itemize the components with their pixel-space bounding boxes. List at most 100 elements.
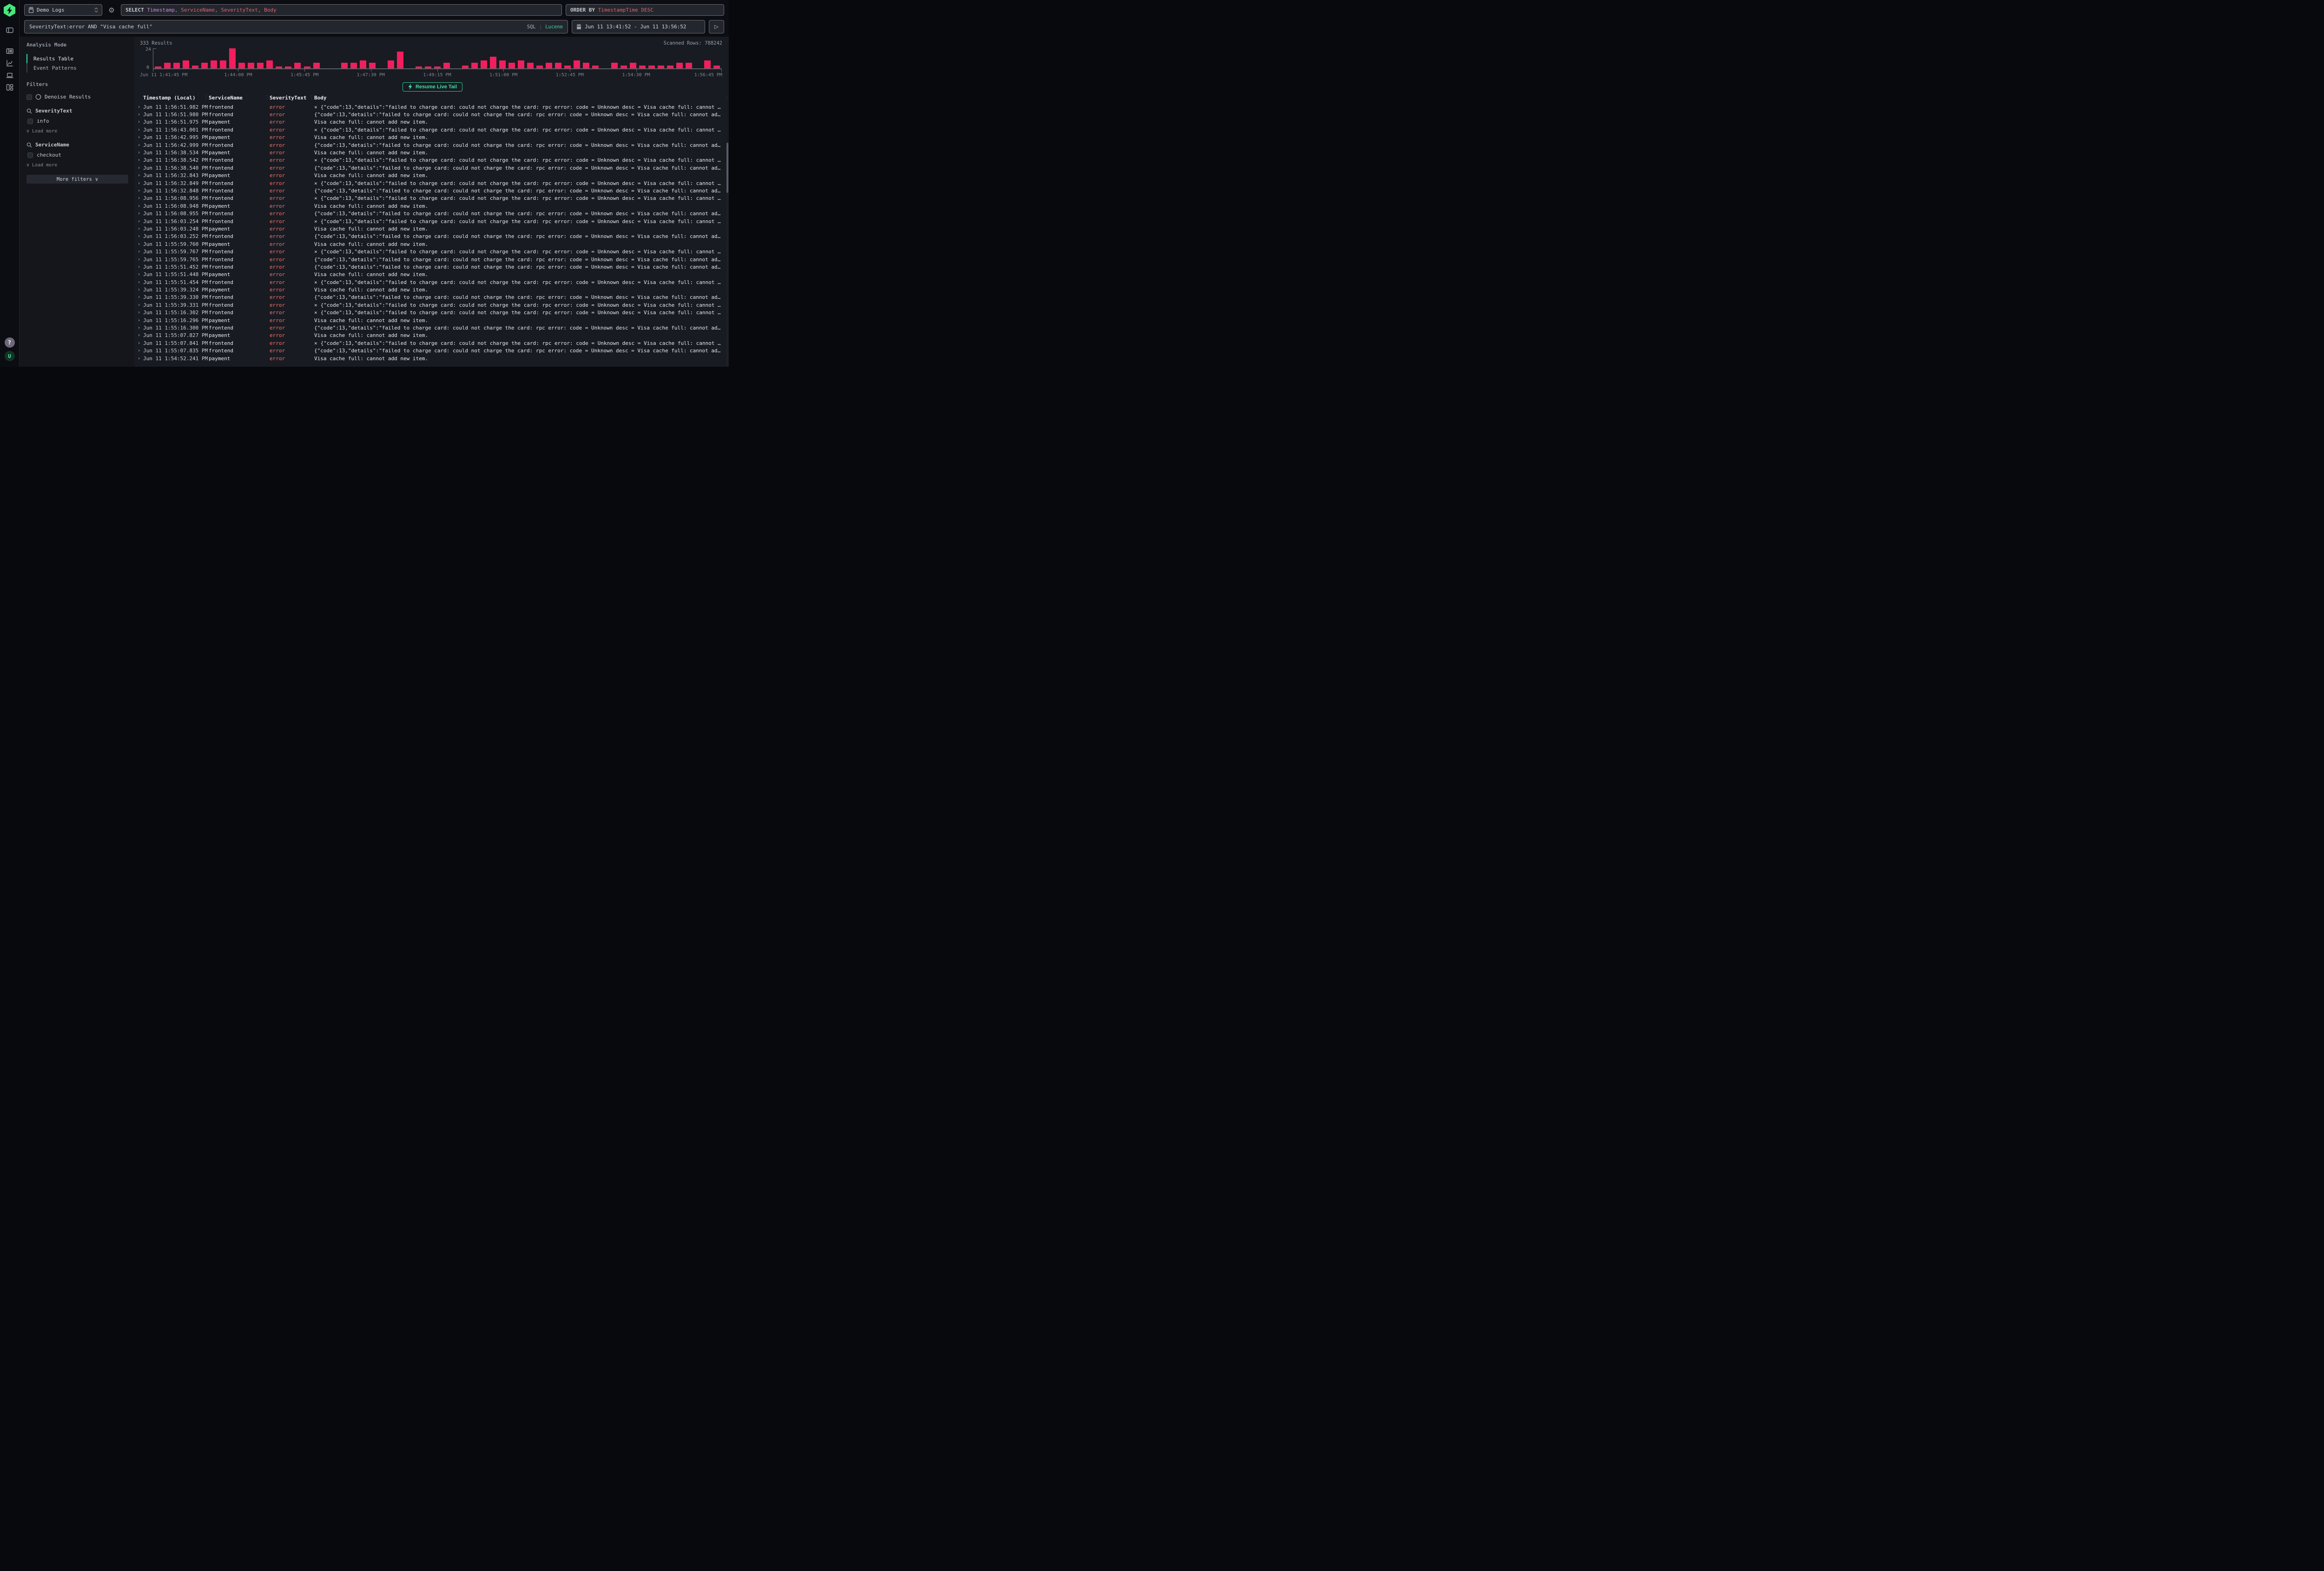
- sidebar-toggle-icon[interactable]: [6, 26, 14, 34]
- denoise-results-option[interactable]: Denoise Results: [26, 94, 128, 100]
- avatar[interactable]: U: [5, 351, 15, 361]
- log-row[interactable]: ›Jun 11 1:55:16.302 PMfrontenderror×{"co…: [137, 309, 729, 317]
- search-icon[interactable]: [26, 108, 32, 114]
- log-row[interactable]: ›Jun 11 1:56:03.248 PMpaymenterrorVisa c…: [137, 225, 729, 232]
- log-row[interactable]: ›Jun 11 1:56:32.848 PMfrontenderror{"cod…: [137, 187, 729, 194]
- expand-row-chevron-icon[interactable]: ›: [137, 318, 143, 323]
- log-row[interactable]: ›Jun 11 1:55:39.331 PMfrontenderror×{"co…: [137, 301, 729, 309]
- log-row[interactable]: ›Jun 11 1:55:07.835 PMfrontenderror{"cod…: [137, 347, 729, 355]
- expand-row-chevron-icon[interactable]: ›: [137, 264, 143, 270]
- expand-row-chevron-icon[interactable]: ›: [137, 341, 143, 346]
- log-row[interactable]: ›Jun 11 1:55:59.765 PMfrontenderror{"cod…: [137, 256, 729, 263]
- column-options-handle-icon[interactable]: ⋮: [722, 95, 729, 100]
- results-histogram[interactable]: 24 0 Jun 11 1:41:45 PM1:44:00 PM1:45:45 …: [140, 48, 721, 77]
- expand-row-chevron-icon[interactable]: ›: [137, 219, 143, 224]
- expand-row-chevron-icon[interactable]: ›: [137, 127, 143, 132]
- log-row[interactable]: ›Jun 11 1:55:07.841 PMfrontenderror×{"co…: [137, 339, 729, 347]
- table-scrollbar[interactable]: [726, 143, 728, 367]
- expand-row-chevron-icon[interactable]: ›: [137, 303, 143, 308]
- expand-row-chevron-icon[interactable]: ›: [137, 135, 143, 140]
- log-row[interactable]: ›Jun 11 1:55:16.300 PMfrontenderror{"cod…: [137, 324, 729, 331]
- resume-live-tail-button[interactable]: Resume Live Tail: [403, 82, 462, 92]
- run-query-button[interactable]: ▷: [709, 20, 724, 33]
- column-header-timestamp[interactable]: Timestamp (Local): [143, 95, 209, 101]
- expand-row-chevron-icon[interactable]: ›: [137, 242, 143, 247]
- log-row[interactable]: ›Jun 11 1:56:32.849 PMfrontenderror×{"co…: [137, 179, 729, 187]
- expand-row-chevron-icon[interactable]: ›: [137, 295, 143, 300]
- expand-row-chevron-icon[interactable]: ›: [137, 272, 143, 277]
- filter-option-checkout[interactable]: checkout: [27, 152, 128, 158]
- log-row[interactable]: ›Jun 11 1:55:59.767 PMfrontenderror×{"co…: [137, 248, 729, 255]
- log-row[interactable]: ›Jun 11 1:56:38.534 PMpaymenterrorVisa c…: [137, 149, 729, 156]
- help-button[interactable]: ?: [5, 337, 15, 348]
- log-row[interactable]: ›Jun 11 1:56:42.999 PMfrontenderror{"cod…: [137, 141, 729, 149]
- load-more-servicename[interactable]: ∨ Load more: [26, 163, 128, 168]
- mode-item-results-table[interactable]: Results Table: [26, 54, 128, 63]
- log-row[interactable]: ›Jun 11 1:55:39.324 PMpaymenterrorVisa c…: [137, 286, 729, 293]
- log-row[interactable]: ›Jun 11 1:54:52.241 PMpaymenterrorVisa c…: [137, 355, 729, 362]
- select-columns-input[interactable]: SELECT Timestamp, ServiceName, SeverityT…: [121, 4, 562, 16]
- log-row[interactable]: ›Jun 11 1:55:51.452 PMfrontenderror{"cod…: [137, 263, 729, 271]
- column-header-severitytext[interactable]: SeverityText: [270, 95, 314, 101]
- order-by-input[interactable]: ORDER BY TimestampTime DESC: [566, 4, 724, 16]
- log-row[interactable]: ›Jun 11 1:55:07.827 PMpaymenterrorVisa c…: [137, 332, 729, 339]
- log-row[interactable]: ›Jun 11 1:55:51.448 PMpaymenterrorVisa c…: [137, 271, 729, 278]
- checkout-checkbox[interactable]: [27, 152, 33, 158]
- expand-row-chevron-icon[interactable]: ›: [137, 280, 143, 285]
- log-row[interactable]: ›Jun 11 1:56:51.982 PMfrontenderror×{"co…: [137, 103, 729, 111]
- expand-row-chevron-icon[interactable]: ›: [137, 204, 143, 209]
- expand-row-chevron-icon[interactable]: ›: [137, 173, 143, 178]
- search-input[interactable]: SeverityText:error AND "Visa cache full"…: [24, 20, 568, 33]
- expand-row-chevron-icon[interactable]: ›: [137, 188, 143, 193]
- expand-row-chevron-icon[interactable]: ›: [137, 119, 143, 125]
- log-row[interactable]: ›Jun 11 1:55:59.760 PMpaymenterrorVisa c…: [137, 240, 729, 248]
- filter-option-info[interactable]: info: [27, 118, 128, 124]
- expand-row-chevron-icon[interactable]: ›: [137, 158, 143, 163]
- log-row[interactable]: ›Jun 11 1:55:39.330 PMfrontenderror{"cod…: [137, 294, 729, 301]
- expand-row-chevron-icon[interactable]: ›: [137, 150, 143, 155]
- expand-row-chevron-icon[interactable]: ›: [137, 165, 143, 171]
- search-logs-icon[interactable]: [6, 47, 14, 55]
- column-header-body[interactable]: Body: [314, 95, 722, 101]
- expand-row-chevron-icon[interactable]: ›: [137, 143, 143, 148]
- language-sql-option[interactable]: SQL: [527, 24, 536, 30]
- load-more-severitytext[interactable]: ∨ Load more: [26, 129, 128, 134]
- table-scrollbar-thumb[interactable]: [726, 143, 728, 193]
- log-row[interactable]: ›Jun 11 1:56:43.001 PMfrontenderror×{"co…: [137, 126, 729, 133]
- expand-row-chevron-icon[interactable]: ›: [137, 105, 143, 110]
- expand-row-chevron-icon[interactable]: ›: [137, 257, 143, 262]
- expand-row-chevron-icon[interactable]: ›: [137, 112, 143, 117]
- expand-row-chevron-icon[interactable]: ›: [137, 348, 143, 353]
- log-row[interactable]: ›Jun 11 1:55:51.454 PMfrontenderror×{"co…: [137, 278, 729, 286]
- expand-row-chevron-icon[interactable]: ›: [137, 234, 143, 239]
- time-range-picker[interactable]: Jun 11 13:41:52 - Jun 11 13:56:52: [572, 20, 705, 33]
- expand-row-chevron-icon[interactable]: ›: [137, 249, 143, 254]
- sessions-laptop-icon[interactable]: [6, 71, 14, 79]
- hyperdx-logo-icon[interactable]: [4, 4, 15, 17]
- log-row[interactable]: ›Jun 11 1:56:42.995 PMpaymenterrorVisa c…: [137, 134, 729, 141]
- log-row[interactable]: ›Jun 11 1:56:08.955 PMfrontenderror{"cod…: [137, 210, 729, 217]
- histogram-plot[interactable]: [153, 48, 721, 69]
- search-icon[interactable]: [26, 142, 32, 148]
- log-row[interactable]: ›Jun 11 1:56:32.843 PMpaymenterrorVisa c…: [137, 172, 729, 179]
- column-header-servicename[interactable]: ServiceName: [209, 95, 270, 101]
- expand-row-chevron-icon[interactable]: ›: [137, 211, 143, 216]
- source-select[interactable]: Demo Logs: [24, 4, 102, 16]
- dashboards-icon[interactable]: [6, 83, 14, 92]
- log-row[interactable]: ›Jun 11 1:56:08.956 PMfrontenderror×{"co…: [137, 195, 729, 202]
- log-row[interactable]: ›Jun 11 1:56:08.948 PMpaymenterrorVisa c…: [137, 202, 729, 210]
- log-row[interactable]: ›Jun 11 1:56:38.540 PMfrontenderror{"cod…: [137, 164, 729, 172]
- log-row[interactable]: ›Jun 11 1:56:51.980 PMfrontenderror{"cod…: [137, 111, 729, 118]
- expand-row-chevron-icon[interactable]: ›: [137, 226, 143, 231]
- language-lucene-option[interactable]: Lucene: [545, 24, 563, 30]
- log-row[interactable]: ›Jun 11 1:56:38.542 PMfrontenderror×{"co…: [137, 157, 729, 164]
- chart-explorer-icon[interactable]: [6, 59, 14, 67]
- expand-row-chevron-icon[interactable]: ›: [137, 287, 143, 292]
- more-filters-button[interactable]: More filters ∨: [26, 175, 128, 184]
- expand-row-chevron-icon[interactable]: ›: [137, 356, 143, 361]
- mode-item-event-patterns[interactable]: Event Patterns: [26, 63, 128, 73]
- expand-row-chevron-icon[interactable]: ›: [137, 181, 143, 186]
- source-settings-gear-icon[interactable]: ⚙: [106, 4, 117, 16]
- log-row[interactable]: ›Jun 11 1:56:51.975 PMpaymenterrorVisa c…: [137, 119, 729, 126]
- log-row[interactable]: ›Jun 11 1:56:03.254 PMfrontenderror×{"co…: [137, 218, 729, 225]
